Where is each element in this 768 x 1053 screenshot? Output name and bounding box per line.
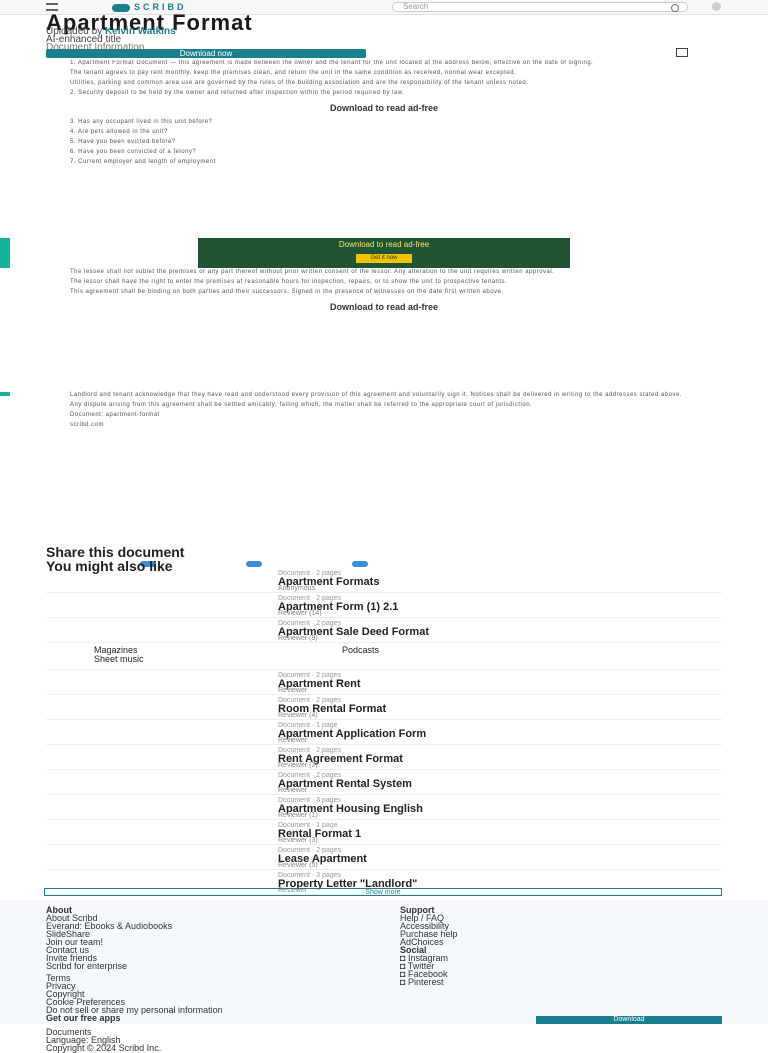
footer-link[interactable]: Scribd for enterprise (46, 962, 223, 971)
related-item[interactable]: Document · 1 page Apartment Application F… (46, 720, 722, 745)
related-sub: Reviewer (5) (278, 862, 318, 869)
doc-list-item: 5. Have you been evicted before? (70, 139, 176, 145)
footer-support: Support Help / FAQ Accessibility Purchas… (400, 906, 458, 987)
show-more-button[interactable]: Show more (44, 888, 722, 896)
related-sub: Reviewer (278, 737, 308, 744)
related-item[interactable]: Document · 2 pages Apartment Sale Deed Fo… (46, 618, 722, 643)
doc-paragraph: The lessor shall have the right to enter… (70, 279, 508, 285)
email-share-icon[interactable] (352, 561, 368, 567)
download-ad-free-link[interactable]: Download to read ad-free (70, 302, 698, 312)
sidebar-tab-podcasts[interactable]: Podcasts (342, 645, 379, 655)
ad-button[interactable]: Get it now (356, 254, 412, 263)
related-sub: Reviewer (278, 787, 308, 794)
doc-footnote: scribd.com (70, 422, 105, 428)
footer-about: About About Scribd Everand: Ebooks & Aud… (46, 906, 223, 1053)
related-sub: Reviewer (14) (278, 610, 322, 617)
doc-list-item: 3. Has any occupant lived in this unit b… (70, 119, 213, 125)
footer-link[interactable]: Documents (46, 1028, 223, 1037)
related-item[interactable]: Document · 2 pages Apartment Formats Anony… (46, 568, 722, 593)
doc-paragraph: 2. Security deposit to be held by the ow… (70, 90, 405, 96)
related-sub: Reviewer (278, 687, 308, 694)
left-accent-small (0, 392, 10, 396)
sidebar-tab-sheet-music[interactable]: Sheet music (94, 654, 144, 664)
avatar-icon[interactable] (712, 2, 721, 11)
doc-footnote: Document: apartment-format (70, 412, 160, 418)
related-item[interactable]: Document · 2 pages Apartment Rental Syste… (46, 770, 722, 795)
related-item[interactable]: Document · 1 page Rental Format 1 Reviewer… (46, 820, 722, 845)
ad-banner[interactable]: Download to read ad-free Get it now (198, 238, 570, 268)
search-input[interactable]: Search (392, 2, 688, 12)
related-item[interactable]: Document · 2 pages Apartment Form (1) 2.1… (46, 593, 722, 618)
related-list: Document · 2 pages Apartment Formats Anony… (46, 568, 722, 895)
search-icon[interactable] (671, 4, 679, 12)
language-select[interactable]: Language: English (46, 1036, 223, 1045)
download-now-button[interactable]: Download now (46, 49, 366, 58)
related-item[interactable]: Document · 2 pages Rent Agreement Format R… (46, 745, 722, 770)
download-ad-free-link[interactable]: Download to read ad-free (70, 103, 698, 113)
doc-list-item: 4. Are pets allowed in the unit? (70, 129, 168, 135)
related-sub: Reviewer (1) (278, 812, 318, 819)
related-sub: Reviewer (4) (278, 712, 318, 719)
related-item[interactable]: Document · 2 pages Lease Apartment Reviewe… (46, 845, 722, 870)
doc-paragraph: 1. Apartment Format Document — this agre… (70, 60, 594, 66)
related-sub: Reviewer (3) (278, 837, 318, 844)
related-sub: Reviewer (9) (278, 635, 318, 642)
doc-paragraph: The tenant agrees to pay rent monthly, k… (70, 70, 517, 76)
related-sub: Anonymous (278, 585, 315, 592)
doc-paragraph: Utilities, parking and common area use a… (70, 80, 529, 86)
copyright: Copyright © 2024 Scribd Inc. (46, 1043, 162, 1053)
doc-list-item: 6. Have you been convicted of a felony? (70, 149, 197, 155)
doc-paragraph: Landlord and tenant acknowledge that the… (70, 392, 682, 398)
save-icon[interactable] (676, 48, 688, 57)
category-row: Magazines Sheet music Podcasts (46, 643, 722, 670)
doc-paragraph: Any dispute arising from this agreement … (70, 402, 533, 408)
doc-paragraph: The lessee shall not sublet the premises… (70, 269, 555, 275)
left-accent (0, 238, 10, 268)
footer-social-pinterest[interactable]: ◘ Pinterest (400, 977, 458, 987)
related-sub: Reviewer (2) (278, 762, 318, 769)
pinterest-icon: ◘ (400, 977, 406, 987)
footer-download-button[interactable]: Download (536, 1016, 722, 1024)
related-item[interactable]: Document · 2 pages Room Rental Format Revi… (46, 695, 722, 720)
related-item[interactable]: Document · 2 pages Apartment Rent Reviewer (46, 670, 722, 695)
document-viewer[interactable]: 1. Apartment Format Document — this agre… (70, 60, 698, 530)
doc-paragraph: This agreement shall be binding on both … (70, 289, 504, 295)
footer-apps[interactable]: Get our free apps (46, 1014, 223, 1023)
search-placeholder: Search (403, 2, 429, 11)
footer-link: Pinterest (407, 977, 444, 987)
ad-text: Download to read ad-free (338, 240, 430, 249)
footer: About About Scribd Everand: Ebooks & Aud… (0, 900, 768, 1053)
linkedin-share-icon[interactable] (246, 561, 262, 567)
related-item[interactable]: Document · 3 pages Apartment Housing Engl… (46, 795, 722, 820)
doc-list-item: 7. Current employer and length of employ… (70, 159, 216, 165)
